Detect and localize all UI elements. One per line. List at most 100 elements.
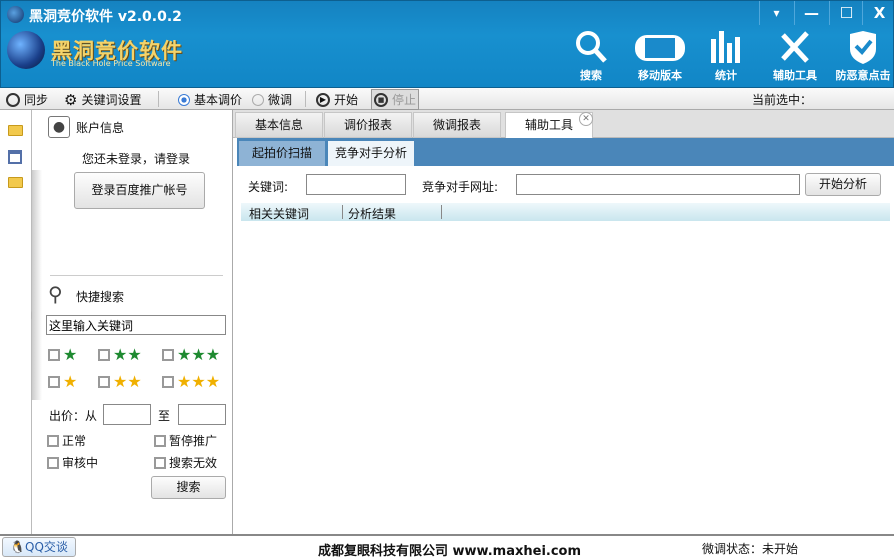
star-icon: ★★★	[177, 372, 221, 391]
basic-adjust-radio[interactable]: 基本调价	[178, 91, 242, 108]
column-header-related-keywords[interactable]: 相关关键词	[249, 205, 309, 222]
micro-adjust-label: 微调	[268, 93, 293, 107]
statistics-label: 统计	[715, 69, 737, 82]
keyword-input[interactable]	[306, 174, 406, 195]
close-tab-icon[interactable]: ✕	[579, 112, 593, 126]
checkbox[interactable]	[162, 376, 174, 388]
filter-paused[interactable]: 暂停推广	[154, 432, 217, 449]
tools-icon	[781, 31, 809, 63]
left-panel: ● 账户信息 您还未登录，请登录 登录百度推广帐号 ⚲ 快捷搜索 ▶ ★ ★★ …	[32, 110, 233, 534]
column-divider[interactable]	[342, 205, 343, 219]
subtab-competitor-analysis[interactable]: 竞争对手分析	[328, 141, 414, 166]
mobile-version-button[interactable]: 移动版本	[631, 29, 689, 87]
add-folder-icon[interactable]	[8, 125, 23, 136]
main-tabs: 基本信息 调价报表 微调报表 辅助工具 ✕	[233, 110, 894, 139]
bid-to-label: 至	[158, 409, 171, 423]
statistics-button[interactable]: 统计	[706, 29, 746, 87]
checkbox[interactable]	[98, 349, 110, 361]
star-icon: ★	[63, 345, 78, 364]
filter-reviewing[interactable]: 审核中	[47, 454, 98, 471]
close-button[interactable]: X	[862, 1, 894, 25]
star-icon: ★	[63, 372, 78, 391]
window-icon[interactable]	[8, 150, 22, 164]
title-bar: 黑洞竞价软件 v2.0.0.2 ▾ — ☐ X 黑洞竞价软件 The Black…	[0, 0, 894, 88]
bid-from-input[interactable]	[103, 404, 151, 425]
anti-fraud-click-button[interactable]: 防恶意点击	[833, 29, 893, 87]
checkbox[interactable]	[47, 456, 59, 469]
tab-price-report[interactable]: 调价报表	[324, 112, 412, 138]
star-filter-yellow-2[interactable]: ★★	[98, 372, 142, 391]
keyword-settings-label: 关键词设置	[81, 93, 142, 107]
menu-dropdown-button[interactable]: ▾	[759, 1, 793, 25]
subtab-start-price-scan[interactable]: 起拍价扫描	[239, 141, 325, 166]
maximize-button[interactable]: ☐	[829, 1, 863, 25]
micro-adjust-radio[interactable]: 微调	[252, 91, 292, 108]
bid-to-input[interactable]	[178, 404, 226, 425]
micro-adjust-status: 微调状态：未开始	[702, 542, 799, 556]
anti-fraud-label: 防恶意点击	[835, 69, 891, 82]
search-person-icon: ⚲	[48, 282, 63, 306]
star-filter-green-1[interactable]: ★	[48, 345, 78, 364]
checkbox[interactable]	[154, 434, 166, 447]
chart-icon	[711, 31, 740, 63]
aux-tools-button[interactable]: 辅助工具	[771, 29, 819, 87]
quick-search-button[interactable]: 搜索	[151, 476, 226, 499]
filter-invalid[interactable]: 搜索无效	[154, 454, 217, 471]
filter-normal[interactable]: 正常	[47, 432, 86, 449]
keyword-label: 关键词:	[248, 180, 289, 194]
stop-label: 停止	[392, 93, 417, 107]
app-icon	[7, 6, 24, 23]
search-icon	[576, 31, 607, 63]
start-button[interactable]: ▶ 开始	[316, 91, 358, 108]
qq-penguin-icon: 🐧	[10, 540, 26, 554]
checkbox[interactable]	[48, 376, 60, 388]
filter-label: 审核中	[62, 456, 99, 470]
star-filter-yellow-3[interactable]: ★★★	[162, 372, 221, 391]
play-icon: ▶	[316, 92, 330, 107]
checkbox[interactable]	[47, 434, 59, 447]
qq-chat-button[interactable]: 🐧QQ交谈	[2, 537, 76, 557]
tab-basic-info[interactable]: 基本信息	[235, 112, 323, 138]
competitor-url-input[interactable]	[516, 174, 800, 195]
qq-label: QQ交谈	[25, 540, 68, 554]
start-analysis-button[interactable]: 开始分析	[805, 173, 881, 196]
sync-icon	[6, 92, 20, 107]
checkbox[interactable]	[162, 349, 174, 361]
panel-shadow	[32, 170, 42, 400]
folders-icon[interactable]	[8, 177, 23, 188]
column-divider[interactable]	[441, 205, 442, 219]
aux-tools-label: 辅助工具	[773, 69, 817, 82]
login-baidu-button[interactable]: 登录百度推广帐号	[74, 172, 205, 209]
divider	[305, 91, 306, 107]
sub-tabs: 起拍价扫描 竞争对手分析	[237, 138, 894, 166]
basic-adjust-label: 基本调价	[194, 93, 243, 107]
star-icon: ★★	[113, 345, 142, 364]
sync-button[interactable]: 同步	[6, 91, 48, 108]
keyword-settings-button[interactable]: ⚙ 关键词设置	[64, 91, 141, 108]
stop-button[interactable]: ■ 停止	[371, 89, 420, 110]
start-label: 开始	[334, 93, 359, 107]
star-filter-yellow-1[interactable]: ★	[48, 372, 78, 391]
bid-from-label: 出价：从	[49, 409, 98, 423]
logo-subtitle: The Black Hole Price Software	[51, 59, 171, 68]
window-title: 黑洞竞价软件 v2.0.0.2	[29, 9, 182, 25]
checkbox[interactable]	[154, 456, 166, 469]
search-label: 搜索	[580, 69, 602, 82]
star-filter-green-3[interactable]: ★★★	[162, 345, 221, 364]
star-filter-green-2[interactable]: ★★	[98, 345, 142, 364]
column-header-analysis-result[interactable]: 分析结果	[348, 205, 396, 222]
divider	[50, 275, 223, 276]
star-icon: ★★★	[177, 345, 221, 364]
stop-icon: ■	[374, 92, 388, 107]
filter-label: 搜索无效	[169, 456, 218, 470]
star-icon: ★★	[113, 372, 142, 391]
checkbox[interactable]	[98, 376, 110, 388]
checkbox[interactable]	[48, 349, 60, 361]
tab-micro-report[interactable]: 微调报表	[413, 112, 501, 138]
search-button[interactable]: 搜索	[571, 29, 611, 87]
minimize-button[interactable]: —	[794, 1, 828, 25]
radio-selected-icon	[178, 93, 190, 106]
quick-search-title: 快捷搜索	[76, 290, 125, 304]
sync-label: 同步	[24, 93, 49, 107]
keyword-search-input[interactable]	[46, 315, 226, 335]
